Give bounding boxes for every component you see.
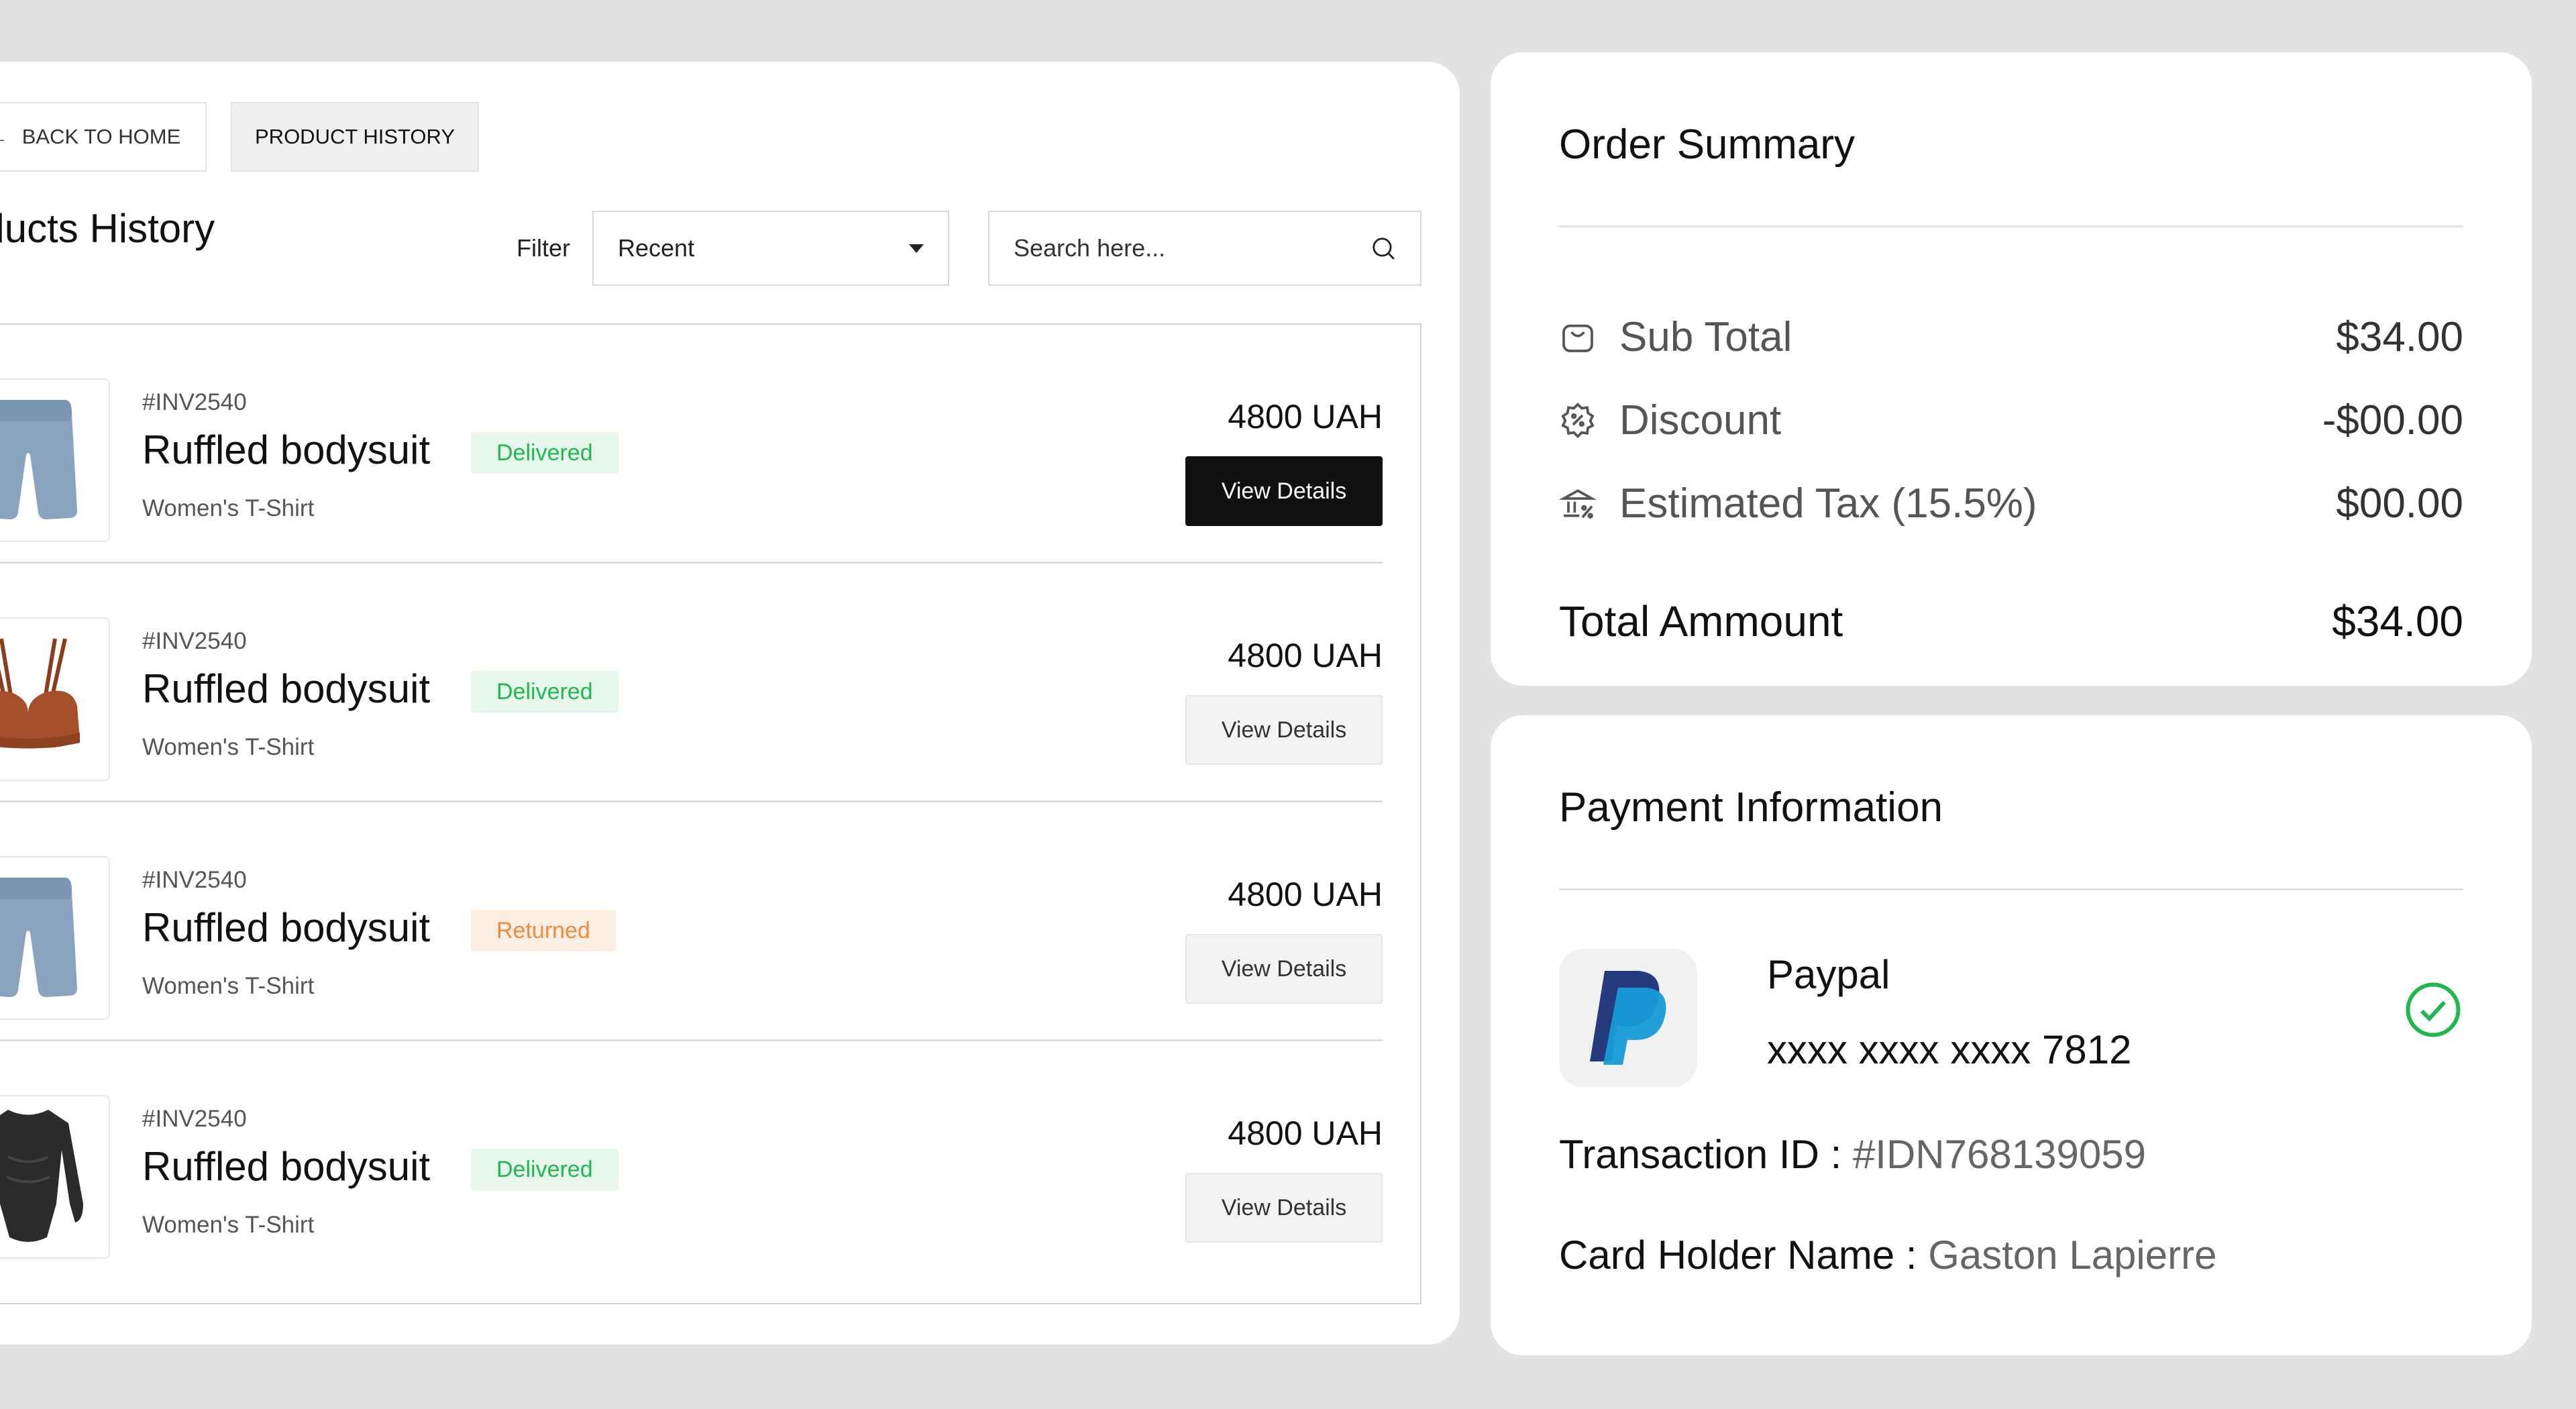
filter-select[interactable]: Recent: [592, 211, 949, 286]
arrow-left-icon: ←: [0, 124, 9, 150]
transaction-id-line: Transaction ID : #IDN768139059: [1559, 1131, 2146, 1178]
search-input[interactable]: Search here...: [988, 211, 1421, 286]
transaction-id-label: Transaction ID :: [1559, 1132, 1842, 1177]
product-price: 4800 UAH: [1228, 398, 1383, 435]
status-badge: Delivered: [471, 1149, 619, 1190]
invoice-number: #INV2540: [142, 867, 247, 893]
invoice-number: #INV2540: [142, 389, 247, 415]
product-row: #INV2540 Ruffled bodysuit Delivered Wome…: [0, 1041, 1383, 1280]
bodysuit-image: [0, 1110, 83, 1242]
payment-title: Payment Information: [1559, 784, 1943, 831]
product-row: #INV2540 Ruffled bodysuit Returned Women…: [0, 802, 1383, 1041]
payment-information-card: Payment Information Paypal xxxx xxxx xxx…: [1491, 715, 2532, 1355]
product-category: Women's T-Shirt: [142, 495, 315, 521]
product-thumbnail[interactable]: [0, 1095, 110, 1259]
caret-down-icon: [909, 244, 924, 253]
discount-value: -$00.00: [2322, 397, 2463, 443]
product-thumbnail[interactable]: [0, 378, 110, 542]
total-label: Total Ammount: [1559, 597, 1843, 645]
verified-check-icon: [2406, 982, 2461, 1037]
invoice-number: #INV2540: [142, 1106, 247, 1132]
product-category: Women's T-Shirt: [142, 734, 315, 760]
product-name[interactable]: Ruffled bodysuit: [142, 427, 430, 473]
tax-value: $00.00: [2336, 480, 2463, 527]
payment-method-name: Paypal: [1767, 952, 1890, 997]
product-thumbnail[interactable]: [0, 617, 110, 781]
product-thumbnail[interactable]: [0, 856, 110, 1020]
paypal-logo: [1559, 949, 1697, 1087]
product-name[interactable]: Ruffled bodysuit: [142, 1143, 430, 1190]
card-number: xxxx xxxx xxxx 7812: [1767, 1027, 2132, 1072]
product-price: 4800 UAH: [1228, 876, 1383, 913]
card-holder-value: Gaston Lapierre: [1928, 1233, 2217, 1277]
product-name[interactable]: Ruffled bodysuit: [142, 904, 430, 951]
bank-tax-icon: [1559, 489, 1597, 519]
status-badge: Delivered: [471, 432, 619, 474]
divider: [1559, 888, 2463, 890]
back-to-home-button[interactable]: ← BACK TO HOME: [0, 102, 207, 172]
products-history-panel: ← BACK TO HOME PRODUCT HISTORY Products …: [0, 62, 1460, 1345]
discount-row: Discount -$00.00: [1559, 393, 2463, 447]
invoice-number: #INV2540: [142, 628, 247, 654]
card-holder-label: Card Holder Name :: [1559, 1233, 1917, 1277]
view-details-button[interactable]: View Details: [1185, 1173, 1383, 1243]
filter-select-value: Recent: [618, 234, 695, 262]
filter-label: Filter: [517, 234, 570, 262]
product-category: Women's T-Shirt: [142, 1212, 315, 1238]
bag-icon: [1562, 324, 1593, 352]
tax-label: Estimated Tax (15.5%): [1619, 480, 2037, 527]
view-details-button[interactable]: View Details: [1185, 456, 1383, 526]
shorts-image: [0, 400, 77, 519]
order-summary-title: Order Summary: [1559, 121, 1855, 168]
product-row: #INV2540 Ruffled bodysuit Delivered Wome…: [0, 564, 1383, 802]
view-details-button[interactable]: View Details: [1185, 934, 1383, 1004]
page-title: Products History: [0, 206, 215, 251]
back-to-home-label: BACK TO HOME: [21, 125, 181, 148]
product-history-tab[interactable]: PRODUCT HISTORY: [231, 102, 479, 172]
tax-row: Estimated Tax (15.5%) $00.00: [1559, 476, 2463, 530]
total-row: Total Ammount $34.00: [1559, 594, 2463, 648]
bra-image: [0, 638, 80, 749]
product-row: #INV2540 Ruffled bodysuit Delivered Wome…: [0, 325, 1383, 564]
subtotal-value: $34.00: [2336, 313, 2463, 360]
card-holder-line: Card Holder Name : Gaston Lapierre: [1559, 1232, 2216, 1278]
view-details-button[interactable]: View Details: [1185, 695, 1383, 765]
subtotal-row: Sub Total $34.00: [1559, 310, 2463, 364]
product-name[interactable]: Ruffled bodysuit: [142, 666, 430, 712]
shorts-image: [0, 878, 77, 997]
divider: [1559, 225, 2463, 227]
product-price: 4800 UAH: [1228, 637, 1383, 674]
product-price: 4800 UAH: [1228, 1114, 1383, 1152]
discount-label: Discount: [1619, 397, 1782, 443]
status-badge: Returned: [471, 910, 616, 951]
product-list: #INV2540 Ruffled bodysuit Delivered Wome…: [0, 323, 1421, 1304]
discount-badge-icon: [1561, 403, 1595, 439]
search-placeholder: Search here...: [1014, 234, 1166, 262]
paypal-icon: [1590, 971, 1666, 1065]
status-badge: Delivered: [471, 671, 619, 713]
order-summary-card: Order Summary Sub Total $34.00 Discount …: [1491, 52, 2532, 686]
product-category: Women's T-Shirt: [142, 973, 315, 999]
search-icon[interactable]: [1371, 236, 1396, 261]
total-value: $34.00: [2332, 597, 2463, 645]
transaction-id-value: #IDN768139059: [1852, 1132, 2146, 1177]
subtotal-label: Sub Total: [1619, 313, 1792, 360]
